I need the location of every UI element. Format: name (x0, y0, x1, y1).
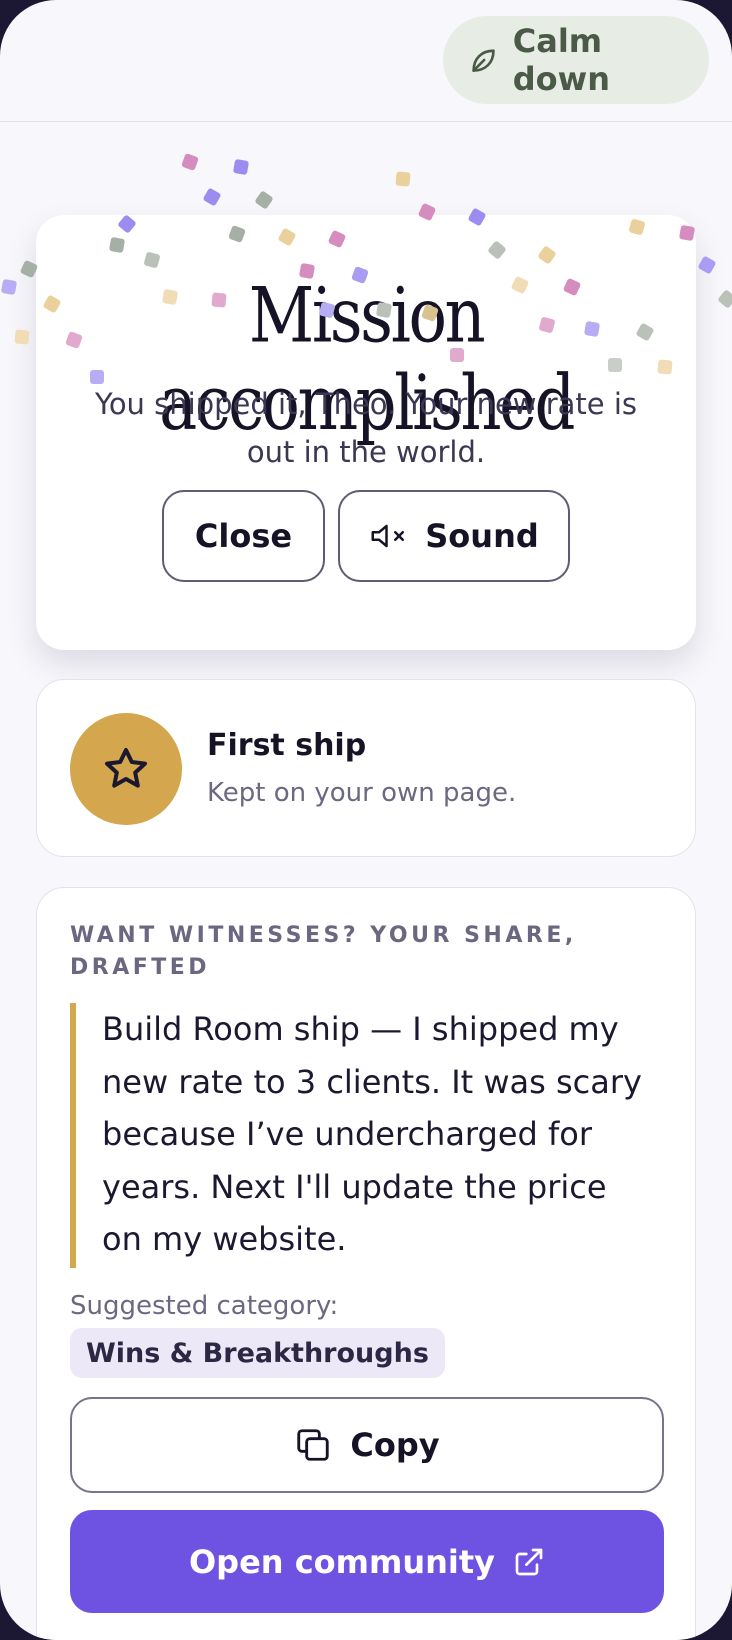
mission-modal: Mission accomplished You shipped it, The… (36, 215, 696, 650)
calm-down-label: Calm down (512, 22, 610, 98)
app-screen: Calm down Mission accomplished You shipp… (0, 0, 732, 1640)
close-button[interactable]: Close (162, 490, 325, 582)
open-community-label: Open community (188, 1542, 496, 1581)
achievement-card: First ship Kept on your own page. (36, 679, 696, 857)
category-tag-label: Wins & Breakthroughs (86, 1337, 429, 1369)
sound-toggle-button[interactable]: Sound (338, 490, 570, 582)
top-bar: Calm down (0, 0, 732, 122)
speaker-muted-icon (371, 524, 405, 548)
copy-icon (297, 1429, 330, 1461)
calm-down-button[interactable]: Calm down (443, 16, 709, 104)
share-draft-text: Build Room ship — I shipped my new rate … (70, 1003, 650, 1268)
achievement-title: First ship (207, 728, 367, 763)
close-button-label: Close (194, 517, 293, 555)
copy-button-label: Copy (350, 1426, 440, 1464)
leaf-icon (472, 49, 495, 72)
open-community-button[interactable]: Open community (70, 1510, 664, 1613)
mission-subtitle: You shipped it, Theo. Your new rate is o… (94, 387, 638, 469)
achievement-subtitle: Kept on your own page. (207, 778, 517, 808)
share-section-label: WANT WITNESSES? YOUR SHARE, DRAFTED (70, 923, 577, 980)
star-icon (105, 748, 147, 788)
copy-button[interactable]: Copy (70, 1397, 664, 1493)
category-label: Suggested category: (70, 1291, 339, 1321)
external-link-icon (515, 1548, 543, 1575)
sound-button-label: Sound (425, 517, 539, 555)
category-tag: Wins & Breakthroughs (70, 1328, 445, 1378)
achievement-badge (70, 713, 182, 825)
share-card: WANT WITNESSES? YOUR SHARE, DRAFTED Buil… (36, 887, 696, 1640)
